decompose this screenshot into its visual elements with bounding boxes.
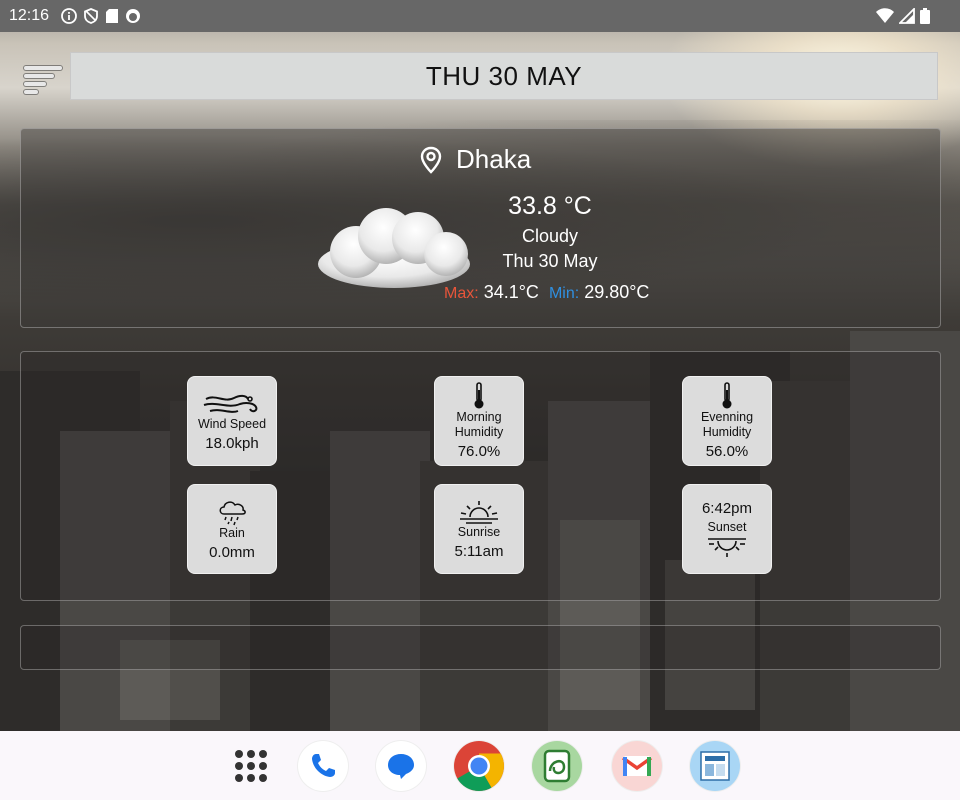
status-time: 12:16 bbox=[9, 7, 50, 24]
evening-humidity-tile: Evenning Humidity 56.0% bbox=[682, 376, 772, 466]
forecast-panel bbox=[20, 625, 941, 670]
green-app-icon[interactable] bbox=[532, 741, 582, 791]
weather-condition: Cloudy bbox=[521, 226, 579, 246]
gmail-icon[interactable] bbox=[612, 741, 662, 791]
messages-icon[interactable] bbox=[376, 741, 426, 791]
sunset-icon bbox=[708, 537, 746, 557]
rain-tile: Rain 0.0mm bbox=[187, 484, 277, 574]
sunrise-tile: Sunrise 5:11am bbox=[434, 484, 524, 574]
shield-icon bbox=[84, 8, 98, 24]
signal-icon bbox=[899, 8, 915, 24]
app-drawer-icon[interactable] bbox=[230, 745, 272, 787]
morning-humidity-value: 76.0% bbox=[457, 443, 501, 460]
wind-speed-value: 18.0kph bbox=[205, 434, 259, 452]
sd-card-icon bbox=[106, 9, 119, 23]
evening-humidity-label-1: Evenning bbox=[700, 410, 754, 424]
wind-speed-tile: Wind Speed 18.0kph bbox=[187, 376, 277, 466]
location-name: Dhaka bbox=[456, 144, 532, 174]
phone-icon[interactable] bbox=[298, 741, 348, 791]
min-value: 29.80°C bbox=[584, 282, 650, 302]
sort-menu-icon[interactable] bbox=[22, 66, 64, 98]
battery-icon bbox=[920, 8, 930, 24]
sunset-label: Sunset bbox=[707, 519, 747, 534]
max-value: 34.1°C bbox=[483, 282, 539, 302]
morning-humidity-label-1: Morning bbox=[456, 410, 502, 424]
date-title: THU 30 MAY bbox=[425, 60, 583, 91]
rain-value: 0.0mm bbox=[209, 543, 255, 561]
location-row: Dhaka bbox=[420, 144, 531, 175]
morning-humidity-label-2: Humidity bbox=[454, 425, 504, 439]
rain-cloud-icon bbox=[219, 500, 246, 525]
current-temperature: 33.8 °C bbox=[508, 192, 592, 220]
date-title-bar: THU 30 MAY bbox=[70, 52, 938, 100]
sunrise-label: Sunrise bbox=[457, 524, 501, 539]
max-label: Max: bbox=[444, 285, 479, 302]
thermometer-icon bbox=[722, 382, 732, 409]
wind-speed-label: Wind Speed bbox=[197, 416, 267, 431]
thermometer-icon bbox=[474, 382, 484, 409]
wifi-icon bbox=[876, 8, 894, 23]
app-notification-icon bbox=[126, 9, 141, 23]
evening-humidity-label-2: Humidity bbox=[702, 425, 752, 439]
sunrise-icon bbox=[460, 500, 498, 524]
location-pin-icon bbox=[420, 146, 442, 174]
info-icon bbox=[61, 8, 77, 24]
wind-icon bbox=[203, 394, 258, 413]
morning-humidity-tile: Morning Humidity 76.0% bbox=[434, 376, 524, 466]
app-shortcut-icon[interactable] bbox=[690, 741, 740, 791]
sunset-tile: 6:42pm Sunset bbox=[682, 484, 772, 574]
sunset-value: 6:42pm bbox=[701, 499, 753, 517]
min-label: Min: bbox=[548, 285, 580, 302]
sunrise-value: 5:11am bbox=[454, 542, 504, 560]
rain-label: Rain bbox=[219, 525, 245, 540]
evening-humidity-value: 56.0% bbox=[705, 443, 749, 460]
status-bar: 12:16 bbox=[0, 0, 960, 32]
chrome-icon[interactable] bbox=[454, 741, 504, 791]
min-max-row: Max: 34.1°C Min: 29.80°C bbox=[444, 282, 649, 303]
weather-date: Thu 30 May bbox=[502, 251, 598, 271]
